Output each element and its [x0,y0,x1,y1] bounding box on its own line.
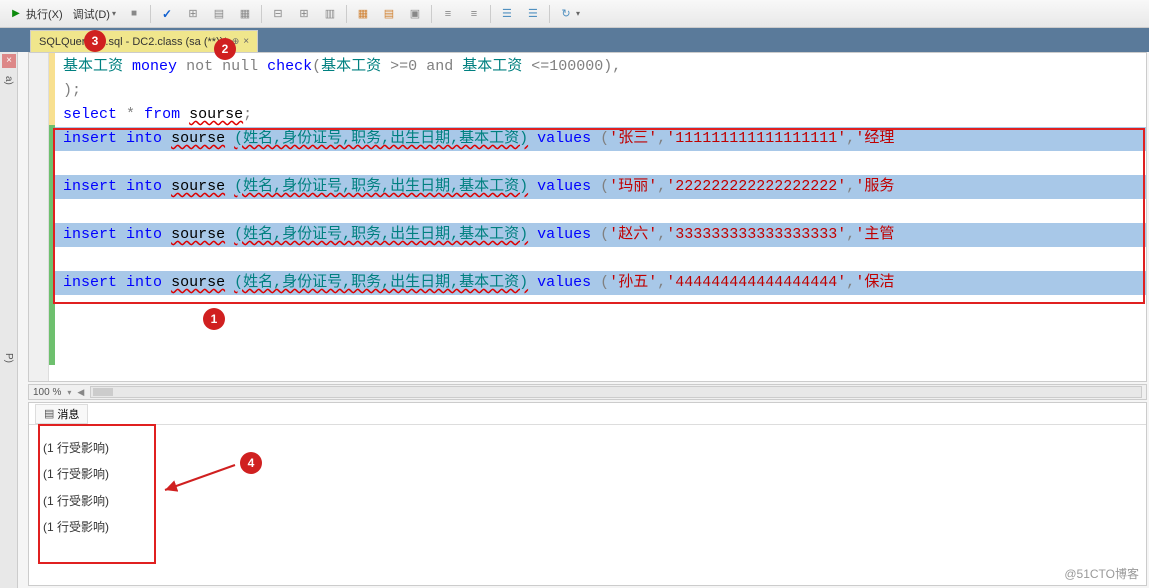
code-line: 基本工资 money not null check(基本工资 >=0 and 基… [63,55,1138,79]
result-message: (1 行受影响) [43,488,1132,514]
outdent-icon: ≡ [466,6,482,22]
code-line [55,151,1146,175]
left-sidebar-strip: × a) P) [0,52,18,588]
pin-icon[interactable]: ⊕ [232,36,240,47]
refresh-button[interactable]: ↻▾ [554,3,584,25]
messages-icon: ▤ [44,407,54,420]
toolbar-button-4[interactable]: ⊟ [266,3,290,25]
uncomment-icon: ☰ [525,6,541,22]
execute-label: 执行(X) [26,6,63,22]
messages-tab-label: 消息 [57,406,79,422]
uncomment-button[interactable]: ☰ [521,3,545,25]
pause-button[interactable]: ■ [122,3,146,25]
separator [431,5,432,23]
editor-zoom-bar: 100 % ▾ ◀ [28,384,1147,400]
zoom-level[interactable]: 100 % [33,387,61,398]
scrollbar-thumb[interactable] [93,388,113,396]
outdent-button[interactable]: ≡ [462,3,486,25]
toolbar-button-9[interactable]: ▣ [403,3,427,25]
toolbar-button-5[interactable]: ⊞ [292,3,316,25]
table2-icon: ▤ [381,6,397,22]
watermark: @51CTO博客 [1064,565,1139,582]
toolbar-button-8[interactable]: ▤ [377,3,401,25]
document-tab[interactable]: SQLQuery...0.sql - DC2.class (sa (**))* … [30,30,258,52]
code-line: insert into sourse (姓名,身份证号,职务,出生日期,基本工资… [55,223,1146,247]
close-panel-button[interactable]: × [2,54,16,68]
toolbar-button-3[interactable]: ▦ [233,3,257,25]
execute-button[interactable]: ▶ 执行(X) [4,3,67,25]
panel-label-top: a) [3,76,14,85]
result-message: (1 行受影响) [43,461,1132,487]
panel-label-mid: P) [3,353,14,363]
comment-button[interactable]: ☰ [495,3,519,25]
tab-title: SQLQuery...0.sql - DC2.class (sa (**))* [39,36,228,48]
play-icon: ▶ [8,6,24,22]
code-line: select * from sourse; [63,103,1138,127]
chevron-down-icon: ▾ [112,9,116,18]
separator [261,5,262,23]
results-tab-bar: ▤ 消息 [29,403,1146,425]
messages-tab[interactable]: ▤ 消息 [35,404,88,424]
separator [346,5,347,23]
toolbar-button-7[interactable]: ▦ [351,3,375,25]
window-icon: ▤ [211,6,227,22]
parse-button[interactable]: ✓ [155,3,179,25]
struct-icon: ⊟ [270,6,286,22]
code-line: insert into sourse (姓名,身份证号,职务,出生日期,基本工资… [55,271,1146,295]
results-body: (1 行受影响) (1 行受影响) (1 行受影响) (1 行受影响) [29,425,1146,551]
chevron-down-icon[interactable]: ▾ [67,388,71,397]
grid-icon: ▦ [237,6,253,22]
form-icon: ▣ [407,6,423,22]
debug-button[interactable]: 调试(D) ▾ [69,3,120,25]
result-message: (1 行受影响) [43,514,1132,540]
toolbar-button-2[interactable]: ▤ [207,3,231,25]
document-tab-bar: SQLQuery...0.sql - DC2.class (sa (**))* … [0,28,1149,52]
editor-body[interactable]: 基本工资 money not null check(基本工资 >=0 and 基… [55,53,1146,381]
main-toolbar: ▶ 执行(X) 调试(D) ▾ ■ ✓ ⊞ ▤ ▦ ⊟ ⊞ ▥ ▦ ▤ ▣ ≡ … [0,0,1149,28]
struct2-icon: ⊞ [296,6,312,22]
indent-button[interactable]: ≡ [436,3,460,25]
close-icon[interactable]: × [243,36,249,47]
scroll-left-icon[interactable]: ◀ [77,387,84,398]
comment-icon: ☰ [499,6,515,22]
code-line: insert into sourse (姓名,身份证号,职务,出生日期,基本工资… [55,175,1146,199]
indent-icon: ≡ [440,6,456,22]
editor-gutter [29,53,49,381]
pause-icon: ■ [126,6,142,22]
toolbar-button-1[interactable]: ⊞ [181,3,205,25]
schema-icon: ⊞ [185,6,201,22]
results-panel: ▤ 消息 (1 行受影响) (1 行受影响) (1 行受影响) (1 行受影响) [28,402,1147,586]
code-line [55,247,1146,271]
separator [150,5,151,23]
result-message: (1 行受影响) [43,435,1132,461]
debug-label: 调试(D) [73,6,110,22]
table-icon: ▦ [355,6,371,22]
save-icon: ▥ [322,6,338,22]
refresh-icon: ↻ [558,6,574,22]
code-line [55,199,1146,223]
code-line: ); [63,79,1138,103]
check-icon: ✓ [159,6,175,22]
chevron-down-icon: ▾ [576,9,580,18]
code-line: insert into sourse (姓名,身份证号,职务,出生日期,基本工资… [55,127,1146,151]
separator [490,5,491,23]
separator [549,5,550,23]
sql-editor[interactable]: 基本工资 money not null check(基本工资 >=0 and 基… [28,52,1147,382]
horizontal-scrollbar[interactable] [90,386,1142,398]
toolbar-button-6[interactable]: ▥ [318,3,342,25]
